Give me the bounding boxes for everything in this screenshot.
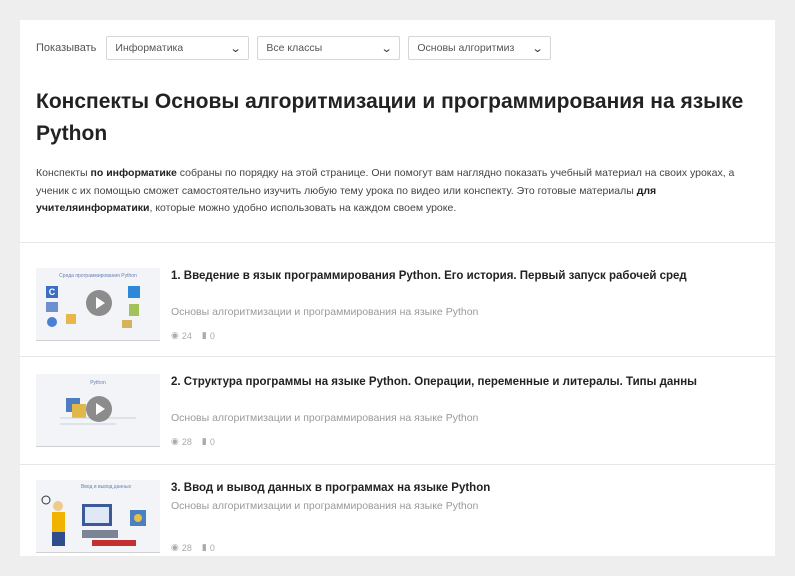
list-item[interactable]: Python 2. Структура программы на языке P… xyxy=(36,374,756,450)
subject-select-value: Информатика xyxy=(115,42,184,54)
comments-value: 0 xyxy=(209,436,215,447)
intro-text: Конспекты по информатике собраны по поря… xyxy=(36,165,761,218)
views-value: 28 xyxy=(181,436,192,447)
lesson-thumbnail[interactable]: Ввод и вывод данных xyxy=(36,480,160,553)
grade-select-value: Все классы xyxy=(266,42,323,54)
views-count: ◉ 28 xyxy=(171,436,192,447)
lesson-thumbnail[interactable]: Среда программирования Python C xyxy=(36,268,160,341)
divider xyxy=(20,356,775,357)
eye-icon: ◉ xyxy=(171,330,179,340)
views-value: 28 xyxy=(181,542,192,553)
topic-select[interactable]: Основы алгоритмиз ⌄ xyxy=(408,36,552,60)
chevron-down-icon: ⌄ xyxy=(229,42,242,55)
grade-select[interactable]: Все классы ⌄ xyxy=(257,36,401,60)
comments-count: ▮ 0 xyxy=(202,330,215,341)
intro-part-3: , которые можно удобно использовать на к… xyxy=(149,202,457,214)
views-count: ◉ 24 xyxy=(171,330,192,341)
intro-bold-1: по информатике xyxy=(90,167,177,179)
play-icon[interactable] xyxy=(86,290,112,316)
thumbnail-illustration: Ввод и вывод данных xyxy=(36,480,160,552)
lesson-stats: ◉ 28 ▮ 0 xyxy=(171,542,215,553)
page-title: Конспекты Основы алгоритмизации и програ… xyxy=(36,90,744,145)
lesson-category: Основы алгоритмизации и программирования… xyxy=(171,500,479,512)
chevron-down-icon: ⌄ xyxy=(531,42,544,55)
views-value: 24 xyxy=(181,330,192,341)
divider xyxy=(20,464,775,465)
comment-icon: ▮ xyxy=(201,436,207,446)
views-count: ◉ 28 xyxy=(171,542,192,553)
chevron-down-icon: ⌄ xyxy=(380,42,393,55)
comment-icon: ▮ xyxy=(201,542,207,552)
comments-value: 0 xyxy=(209,542,215,553)
lesson-category: Основы алгоритмизации и программирования… xyxy=(171,306,479,318)
eye-icon: ◉ xyxy=(171,542,179,552)
svg-text:C: C xyxy=(49,287,56,297)
lesson-title[interactable]: 3. Ввод и вывод данных в программах на я… xyxy=(171,480,701,497)
topic-select-value: Основы алгоритмиз xyxy=(417,42,515,54)
subject-select[interactable]: Информатика ⌄ xyxy=(106,36,250,60)
thumb-caption: Python xyxy=(90,380,106,386)
comments-count: ▮ 0 xyxy=(202,436,215,447)
list-item[interactable]: Среда программирования Python C 1. Введе… xyxy=(36,268,756,344)
lesson-stats: ◉ 24 ▮ 0 xyxy=(171,330,215,341)
eye-icon: ◉ xyxy=(171,436,179,446)
content-card: Показывать Информатика ⌄ Все классы ⌄ Ос… xyxy=(20,20,775,556)
lesson-title[interactable]: 1. Введение в язык программирования Pyth… xyxy=(171,268,701,285)
lesson-category: Основы алгоритмизации и программирования… xyxy=(171,412,479,424)
comments-count: ▮ 0 xyxy=(202,542,215,553)
lesson-stats: ◉ 28 ▮ 0 xyxy=(171,436,215,447)
thumb-caption: Среда программирования Python xyxy=(59,273,137,279)
filter-bar: Показывать Информатика ⌄ Все классы ⌄ Ос… xyxy=(36,36,552,60)
comment-icon: ▮ xyxy=(201,330,207,340)
play-icon[interactable] xyxy=(86,396,112,422)
comments-value: 0 xyxy=(209,330,215,341)
thumb-caption: Ввод и вывод данных xyxy=(81,484,132,490)
divider xyxy=(20,242,775,243)
intro-part-1: Конспекты xyxy=(36,167,91,179)
lesson-thumbnail[interactable]: Python xyxy=(36,374,160,447)
list-item[interactable]: Ввод и вывод данных 3. Ввод и вывод данн… xyxy=(36,480,756,556)
show-label: Показывать xyxy=(36,42,97,54)
lesson-title[interactable]: 2. Структура программы на языке Python. … xyxy=(171,374,701,391)
